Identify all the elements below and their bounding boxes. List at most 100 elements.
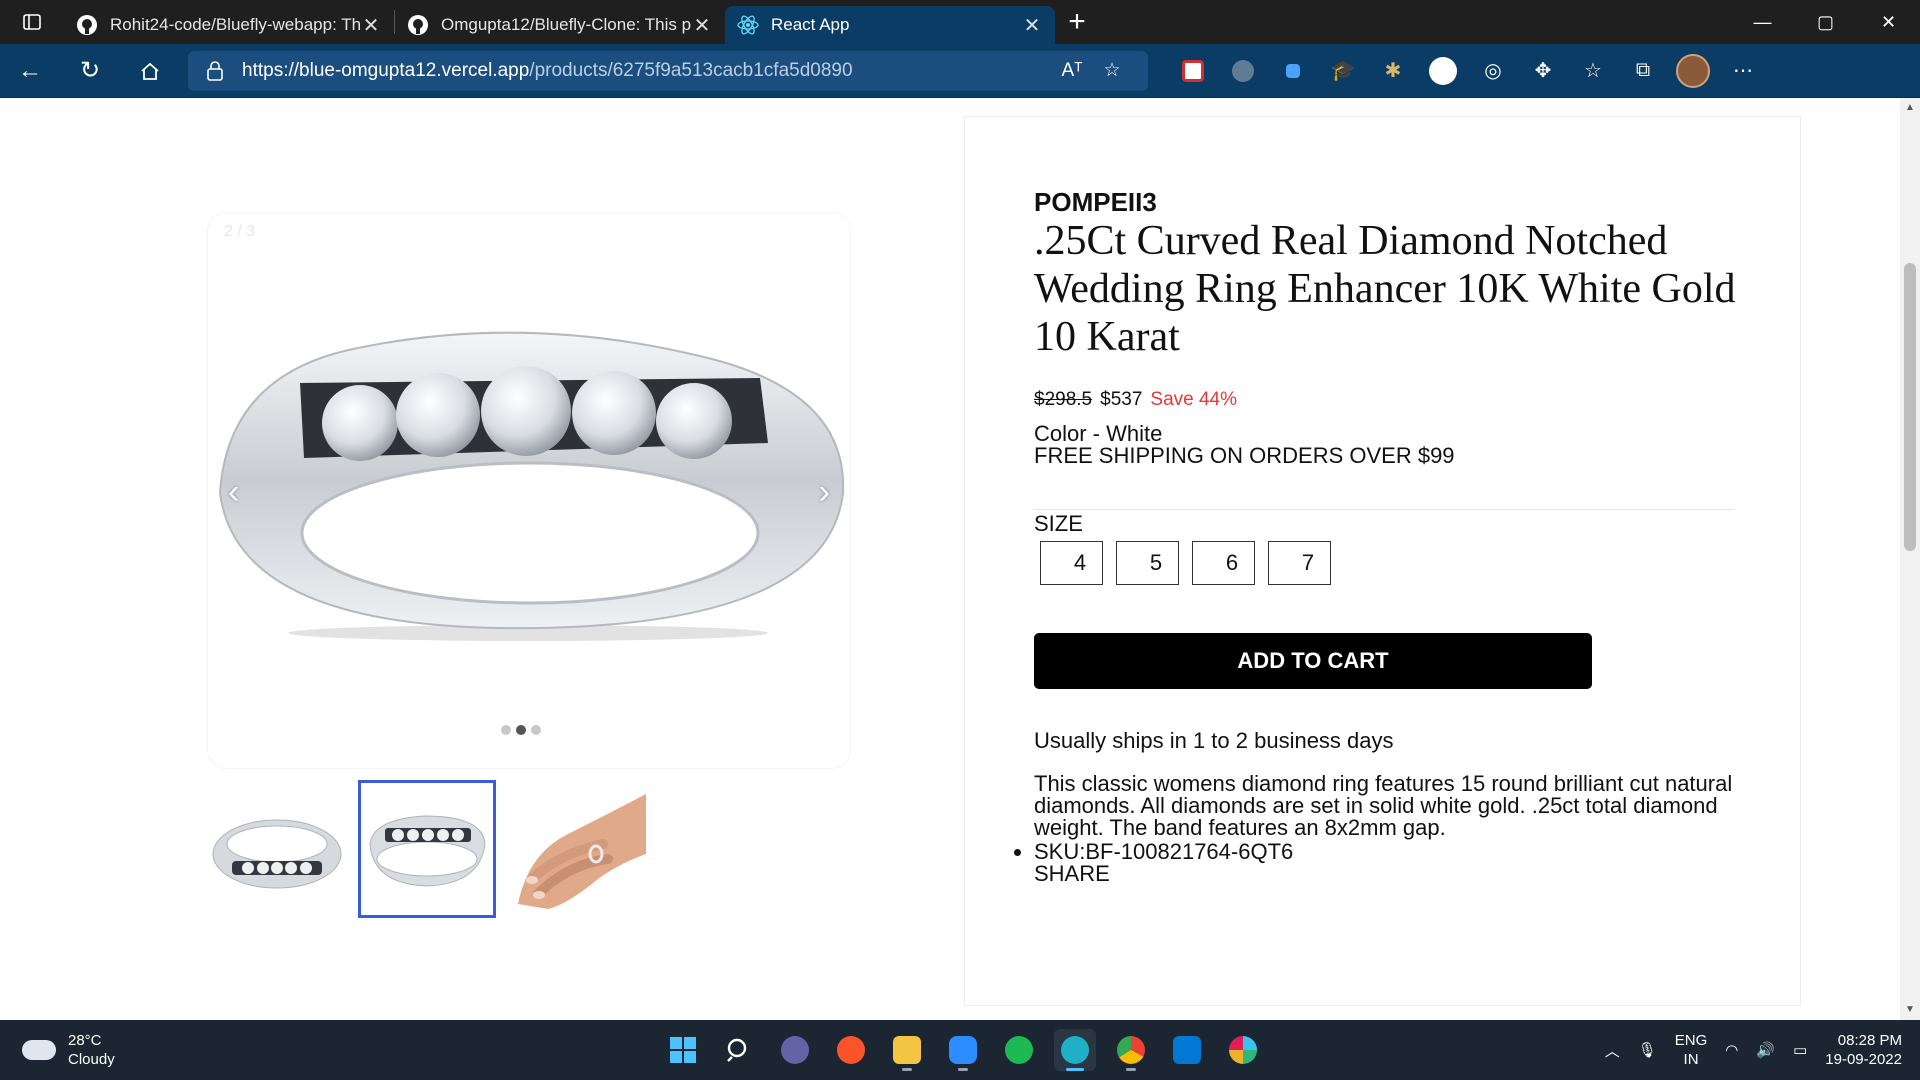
extension-pocket[interactable] xyxy=(1168,44,1218,98)
thumbnail-2-selected[interactable] xyxy=(358,780,496,918)
extensions-button[interactable]: ✥ xyxy=(1518,44,1568,98)
slide-dot[interactable] xyxy=(501,725,511,735)
refresh-button[interactable]: ↻ xyxy=(60,44,120,98)
favorites-button[interactable]: ☆ xyxy=(1568,44,1618,98)
thumbnail-1[interactable] xyxy=(208,780,346,918)
next-slide-button[interactable]: › xyxy=(819,473,830,512)
chrome-app[interactable] xyxy=(1110,1029,1152,1071)
close-icon[interactable]: ✕ xyxy=(1021,13,1043,38)
brave-app[interactable] xyxy=(830,1029,872,1071)
extension-target[interactable]: ◎ xyxy=(1468,44,1518,98)
scroll-up-icon[interactable]: ▲ xyxy=(1900,98,1920,118)
prev-slide-button[interactable]: ‹ xyxy=(228,473,239,512)
weather-widget[interactable]: 28°C Cloudy xyxy=(22,1031,222,1069)
clock[interactable]: 08:28 PM 19-09-2022 xyxy=(1825,1031,1902,1069)
teams-icon xyxy=(781,1036,809,1064)
chrome-icon xyxy=(1117,1036,1145,1064)
slide-dots xyxy=(501,725,541,735)
region-code: IN xyxy=(1683,1051,1699,1068)
collections-icon: ⧉ xyxy=(1635,59,1651,81)
shipping-estimate: Usually ships in 1 to 2 business days xyxy=(1034,728,1394,753)
tab-title: Omgupta12/Bluefly-Clone: This p xyxy=(441,15,691,34)
page-scrollbar[interactable]: ▲ ▼ xyxy=(1900,98,1920,1020)
graduation-cap-icon: 🎓 xyxy=(1330,60,1356,82)
back-button[interactable]: ← xyxy=(0,44,60,98)
scrollbar-thumb[interactable] xyxy=(1904,263,1916,551)
profile-button[interactable] xyxy=(1668,44,1718,98)
tab-title: Rohit24-code/Bluefly-webapp: Th xyxy=(110,15,360,34)
file-explorer-app[interactable] xyxy=(886,1029,928,1071)
volume-icon[interactable]: 🔊 xyxy=(1756,1041,1775,1059)
scroll-down-icon[interactable]: ▼ xyxy=(1900,1000,1920,1020)
tab-actions-icon xyxy=(23,14,41,30)
language-indicator[interactable]: ENG IN xyxy=(1675,1031,1708,1069)
bug-icon: ✱ xyxy=(1384,60,1402,82)
home-button[interactable] xyxy=(120,44,180,98)
back-arrow-icon: ← xyxy=(18,56,42,84)
address-bar[interactable]: https://blue-omgupta12.vercel.app/produc… xyxy=(188,50,1148,91)
new-tab-button[interactable]: + xyxy=(1055,0,1099,44)
spotify-app[interactable] xyxy=(998,1029,1040,1071)
slide-dot-active[interactable] xyxy=(516,725,526,735)
tab-rohit-bluefly[interactable]: Rohit24-code/Bluefly-webapp: Th ✕ xyxy=(64,6,394,44)
close-icon[interactable]: ✕ xyxy=(691,13,713,38)
edge-app[interactable] xyxy=(1054,1029,1096,1071)
hand-wearing-ring-image xyxy=(518,794,646,909)
product-info-block: Color - White FREE SHIPPING ON ORDERS OV… xyxy=(1034,423,1455,467)
tab-omgupta-bluefly[interactable]: Omgupta12/Bluefly-Clone: This p ✕ xyxy=(395,6,725,44)
product-description: This classic womens diamond ring feature… xyxy=(1034,771,1733,840)
collections-button[interactable]: ⧉ xyxy=(1618,44,1668,98)
extension-eyedropper[interactable] xyxy=(1268,44,1318,98)
running-indicator xyxy=(1066,1068,1084,1071)
tab-actions-button[interactable] xyxy=(0,0,64,44)
wifi-icon[interactable]: ◠ xyxy=(1725,1041,1738,1059)
size-option-4[interactable]: 4 xyxy=(1040,541,1103,585)
image-carousel: 2 / 3 ‹ › xyxy=(208,213,850,768)
add-favorite-icon[interactable]: ☆ xyxy=(1092,59,1132,82)
extension-ublock[interactable] xyxy=(1418,44,1468,98)
extensions-bar: 🎓 ✱ ◎ ✥ ☆ ⧉ ⋯ xyxy=(1168,44,1768,98)
microphone-icon[interactable]: 🎙 xyxy=(1638,1041,1657,1059)
restore-button[interactable]: ▢ xyxy=(1794,0,1857,44)
avatar xyxy=(1676,53,1710,88)
settings-menu-button[interactable]: ⋯ xyxy=(1718,44,1768,98)
start-button[interactable] xyxy=(662,1029,704,1071)
zoom-app[interactable] xyxy=(942,1029,984,1071)
minimize-button[interactable]: — xyxy=(1731,0,1794,44)
teams-chat-app[interactable] xyxy=(774,1029,816,1071)
battery-icon[interactable]: ▭ xyxy=(1793,1041,1807,1059)
size-option-7[interactable]: 7 xyxy=(1268,541,1331,585)
size-label: SIZE xyxy=(1034,511,1083,536)
slide-dot[interactable] xyxy=(531,725,541,735)
home-icon xyxy=(141,62,159,80)
grammarly-icon xyxy=(1232,59,1254,82)
thumbnail-strip xyxy=(208,780,646,918)
chevron-up-icon[interactable]: ︿ xyxy=(1605,1040,1620,1061)
puzzle-icon: ✥ xyxy=(1534,60,1552,82)
read-aloud-icon[interactable]: Aᵀ xyxy=(1052,60,1092,82)
edge-icon xyxy=(1061,1036,1089,1064)
divider xyxy=(1034,509,1734,510)
taskbar-apps xyxy=(662,1020,1264,1080)
product-title: .25Ct Curved Real Diamond Notched Weddin… xyxy=(1034,218,1736,360)
close-icon[interactable]: ✕ xyxy=(360,13,382,38)
extension-grammarly[interactable] xyxy=(1218,44,1268,98)
url-path: /products/6275f9a513cacb1cfa5d0890 xyxy=(529,59,853,81)
start-icon xyxy=(670,1037,696,1063)
search-button[interactable] xyxy=(718,1029,760,1071)
close-window-button[interactable]: ✕ xyxy=(1857,0,1920,44)
tab-react-app[interactable]: React App ✕ xyxy=(725,6,1055,44)
extension-bug[interactable]: ✱ xyxy=(1368,44,1418,98)
url-host: https://blue-omgupta12.vercel.app xyxy=(242,59,530,81)
size-option-6[interactable]: 6 xyxy=(1192,541,1255,585)
thumbnail-3[interactable] xyxy=(508,780,646,918)
slack-app[interactable] xyxy=(1222,1029,1264,1071)
size-option-5[interactable]: 5 xyxy=(1116,541,1179,585)
vscode-icon xyxy=(1173,1036,1201,1064)
running-indicator xyxy=(902,1068,912,1071)
slide-counter: 2 / 3 xyxy=(224,223,256,240)
vscode-app[interactable] xyxy=(1166,1029,1208,1071)
share-link[interactable]: SHARE xyxy=(1034,863,1110,885)
add-to-cart-button[interactable]: ADD TO CART xyxy=(1034,633,1592,689)
extension-academic[interactable]: 🎓 xyxy=(1318,44,1368,98)
